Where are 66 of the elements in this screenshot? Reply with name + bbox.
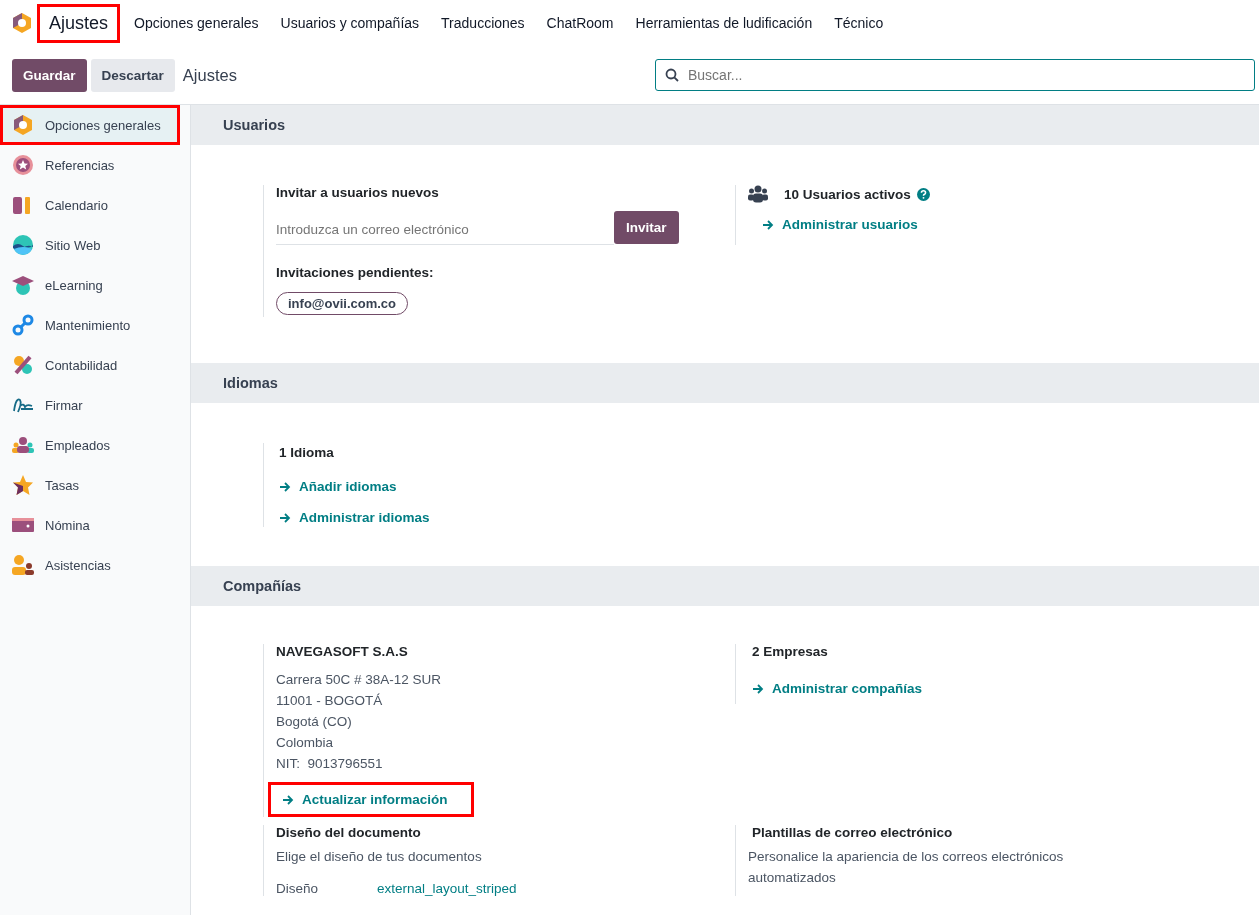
menu-item[interactable]: Traducciones (430, 15, 536, 31)
arrow-right-icon (282, 793, 294, 806)
section-header: Compañías (191, 566, 1259, 606)
setting-title: Diseño del documento (276, 825, 422, 840)
hexagon-icon (12, 114, 34, 136)
setting-description: Personalice la apariencia de los correos electrónicos automatizados (748, 848, 1065, 887)
sidebar-item[interactable]: Contabilidad (0, 345, 190, 385)
graduation-cap-icon (12, 274, 34, 296)
globe-wave-icon (12, 234, 34, 256)
active-users-count: 10 Usuarios activos (784, 186, 911, 202)
search-icon (665, 68, 679, 82)
company-name: NAVEGASOFT S.A.S (276, 644, 409, 659)
arrow-right-icon (279, 511, 291, 524)
star-badge-icon (12, 154, 34, 176)
section-header: Idiomas (191, 363, 1259, 403)
address-line: Carrera 50C # 38A-12 SUR (276, 671, 443, 689)
hexagon-logo-icon[interactable] (12, 12, 32, 34)
users-group-icon (748, 185, 768, 203)
language-link[interactable]: Administrar idiomas (279, 510, 430, 525)
setting-title: Invitaciones pendientes: (276, 265, 435, 280)
field-label: Diseño (276, 881, 320, 896)
arrow-right-icon (752, 682, 764, 695)
sidebar-item[interactable]: eLearning (0, 265, 190, 305)
update-info-link[interactable]: Actualizar información (268, 782, 474, 817)
sidebar-item[interactable]: Opciones generales (0, 105, 180, 145)
menu-item[interactable]: ChatRoom (535, 15, 625, 31)
save-button[interactable]: Guardar (12, 58, 87, 92)
app-name[interactable]: Ajustes (40, 6, 118, 40)
discard-button[interactable]: Descartar (90, 58, 175, 92)
menu-item[interactable]: Técnico (823, 15, 895, 31)
sidebar-item[interactable]: Mantenimiento (0, 305, 190, 345)
manage-companies-link[interactable]: Administrar compañías (752, 681, 923, 696)
address-line: 11001 - BOGOTÁ (276, 692, 384, 710)
sidebar-item[interactable]: Calendario (0, 185, 190, 225)
percent-icon (12, 354, 34, 376)
setting-title: Plantillas de correo electrónico (752, 825, 954, 840)
invite-button[interactable]: Invitar (614, 211, 679, 244)
section-header: Usuarios (191, 105, 1259, 145)
breadcrumb: Ajustes (182, 65, 238, 85)
address-line: Colombia (276, 734, 335, 752)
search-field[interactable]: Buscar... (655, 59, 1255, 91)
sidebar-item[interactable]: Empleados (0, 425, 190, 465)
sidebar-item[interactable]: Referencias (0, 145, 190, 185)
sidebar-item[interactable]: Asistencias (0, 545, 190, 585)
sidebar-item[interactable]: Tasas (0, 465, 190, 505)
link-chain-icon (12, 314, 34, 336)
address-line: Bogotá (CO) (276, 713, 353, 731)
address-line: NIT: 9013796551 (276, 755, 384, 773)
sidebar-item[interactable]: Nómina (0, 505, 190, 545)
menu-item[interactable]: Usuarios y compañías (269, 15, 431, 31)
arrow-right-icon (762, 218, 774, 231)
menu-item[interactable]: Herramientas de ludificación (624, 15, 824, 31)
people-group-icon (12, 434, 34, 456)
languages-count: 1 Idioma (279, 445, 335, 460)
menu-item[interactable]: Opciones generales (123, 15, 270, 31)
setting-description: Elige el diseño de tus documentos (276, 848, 483, 866)
help-icon[interactable] (916, 187, 930, 201)
sidebar-item[interactable]: Sitio Web (0, 225, 190, 265)
companies-count: 2 Empresas (752, 644, 829, 659)
language-link[interactable]: Añadir idiomas (279, 479, 397, 494)
star-icon (12, 474, 34, 496)
layout-link[interactable]: external_layout_striped (377, 881, 517, 896)
arrow-right-icon (279, 480, 291, 493)
setting-title: Invitar a usuarios nuevos (276, 185, 440, 200)
sidebar-item[interactable]: Firmar (0, 385, 190, 425)
manage-users-link[interactable]: Administrar usuarios (762, 217, 918, 232)
